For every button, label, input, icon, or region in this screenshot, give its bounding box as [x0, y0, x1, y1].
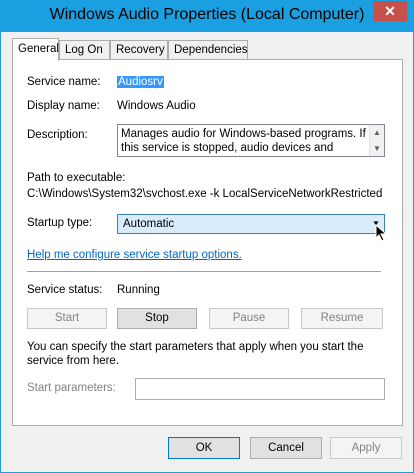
- close-icon: ✕: [384, 3, 396, 19]
- tab-general[interactable]: General: [12, 38, 59, 61]
- service-name-selection: Audiosrv: [117, 76, 164, 88]
- description-label: Description:: [27, 129, 88, 141]
- title-bar[interactable]: Windows Audio Properties (Local Computer…: [1, 1, 413, 32]
- tab-dependencies[interactable]: Dependencies: [168, 40, 248, 60]
- pause-button[interactable]: Pause: [209, 308, 289, 329]
- description-scrollbar[interactable]: ▲ ▼: [369, 125, 384, 156]
- startup-type-dropdown[interactable]: Automatic ▼: [117, 214, 385, 234]
- resume-button[interactable]: Resume: [301, 308, 383, 329]
- start-params-input[interactable]: [135, 378, 385, 400]
- path-label: Path to executable:: [27, 172, 126, 184]
- ok-button[interactable]: OK: [168, 437, 240, 459]
- display-name-label: Display name:: [27, 100, 100, 112]
- close-button[interactable]: ✕: [373, 1, 407, 21]
- divider: [27, 271, 381, 272]
- service-status-label: Service status:: [27, 284, 103, 296]
- path-value[interactable]: C:\Windows\System32\svchost.exe -k Local…: [27, 188, 382, 200]
- tab-recovery[interactable]: Recovery: [110, 40, 168, 60]
- apply-button[interactable]: Apply: [330, 437, 402, 459]
- mouse-cursor-icon: [375, 224, 388, 242]
- scroll-down-icon[interactable]: ▼: [370, 141, 384, 156]
- start-params-label: Start parameters:: [27, 382, 116, 394]
- start-button[interactable]: Start: [27, 308, 107, 329]
- help-configure-link[interactable]: Help me configure service startup option…: [27, 249, 242, 261]
- service-name-value[interactable]: Audiosrv: [117, 76, 164, 88]
- cancel-button[interactable]: Cancel: [250, 437, 322, 459]
- tab-log-on[interactable]: Log On: [59, 40, 110, 60]
- start-params-help: You can specify the start parameters tha…: [27, 341, 364, 367]
- scroll-up-icon[interactable]: ▲: [370, 125, 384, 140]
- general-panel: Service name: Audiosrv Display name: Win…: [12, 59, 403, 426]
- description-text: Manages audio for Windows-based programs…: [121, 128, 366, 154]
- properties-dialog: Windows Audio Properties (Local Computer…: [0, 0, 414, 473]
- stop-button[interactable]: Stop: [117, 308, 197, 329]
- service-status-value: Running: [117, 284, 160, 296]
- service-name-label: Service name:: [27, 76, 101, 88]
- startup-type-value: Automatic: [123, 218, 175, 230]
- description-box[interactable]: Manages audio for Windows-based programs…: [117, 124, 385, 157]
- window-title: Windows Audio Properties (Local Computer…: [49, 6, 365, 23]
- display-name-value[interactable]: Windows Audio: [117, 100, 196, 112]
- startup-type-label: Startup type:: [27, 217, 93, 229]
